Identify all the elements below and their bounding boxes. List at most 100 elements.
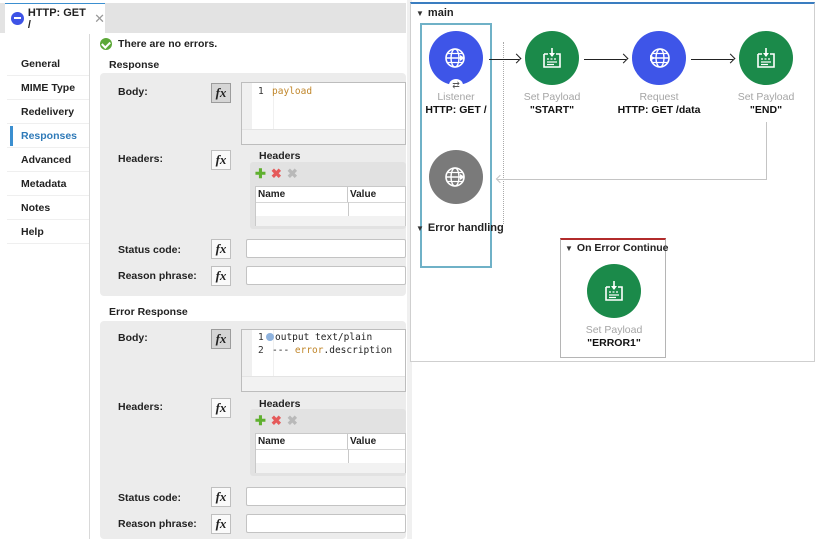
remove-header-icon[interactable]: ✖ — [271, 166, 282, 182]
response-reason-phrase-label: Reason phrase: — [118, 270, 197, 282]
node-name-label: "END" — [749, 104, 783, 116]
node-type-label: Set Payload — [737, 91, 795, 103]
error-reason-phrase-input[interactable] — [246, 514, 406, 533]
collapse-triangle-icon[interactable]: ▼ — [416, 9, 424, 18]
sidebar-item-responses[interactable]: Responses — [7, 124, 89, 148]
response-headers-panel: ✚ ✖ ✖ Name Value — [250, 162, 406, 229]
sidebar-item-general[interactable]: General — [7, 52, 89, 76]
error-reason-phrase-label: Reason phrase: — [118, 518, 197, 530]
response-reason-phrase-input[interactable] — [246, 266, 406, 285]
code-line: 1 output text/plain — [258, 332, 373, 343]
response-status-code-input[interactable] — [246, 239, 406, 258]
error-response-section: Body: fx 1 output text/plain 2 --- error.d… — [100, 321, 406, 539]
responses-content: There are no errors. Response Body: fx 1… — [91, 34, 406, 539]
node-type-label: Set Payload — [523, 91, 581, 103]
column-header-name: Name — [256, 187, 348, 202]
return-path-line — [497, 179, 767, 180]
node-name-label: HTTP: GET / — [425, 104, 487, 116]
globe-listener-icon: ⇄ — [429, 31, 483, 91]
editor-horizontal-scrollbar[interactable] — [242, 376, 405, 391]
sidebar-item-mime-type[interactable]: MIME Type — [7, 76, 89, 100]
collapse-triangle-icon[interactable]: ▼ — [565, 244, 573, 253]
flow-node-request[interactable]: Request HTTP: GET /data — [604, 31, 714, 116]
set-payload-icon — [587, 264, 641, 318]
remove-header-icon[interactable]: ✖ — [271, 413, 282, 429]
node-name-label: "ERROR1" — [587, 337, 641, 349]
error-status-code-input[interactable] — [246, 487, 406, 506]
error-status-code-label: Status code: — [118, 492, 182, 504]
sidebar-item-notes[interactable]: Notes — [7, 196, 89, 220]
editor-horizontal-scrollbar[interactable] — [242, 129, 405, 144]
flow-container: ▼ main ⇄ Listener HTTP: GET / Set Payload… — [410, 2, 815, 362]
sidebar-item-help[interactable]: Help — [7, 220, 89, 244]
node-name-label: "START" — [529, 104, 575, 116]
error-response-section-title: Error Response — [109, 306, 188, 318]
globe-response-icon — [429, 150, 483, 204]
column-header-value: Value — [350, 189, 377, 200]
code-line: 1 payload — [258, 86, 313, 97]
response-status-code-fx-button[interactable]: fx — [211, 239, 231, 259]
flow-node-set-payload-error[interactable]: Set Payload "ERROR1" — [559, 264, 669, 349]
flow-title[interactable]: ▼ main — [416, 7, 454, 19]
error-handling-title[interactable]: ▼ Error handling — [416, 222, 504, 234]
clear-headers-icon[interactable]: ✖ — [287, 413, 298, 429]
properties-editor: HTTP: GET / ✕ General MIME Type Redelive… — [0, 0, 406, 539]
node-type-label: Listener — [437, 91, 475, 103]
clear-headers-icon[interactable]: ✖ — [287, 166, 298, 182]
sidebar-item-redelivery[interactable]: Redelivery — [7, 100, 89, 124]
error-body-fx-button[interactable]: fx — [211, 329, 231, 349]
node-type-label: Request — [639, 91, 679, 103]
editor-tab-title: HTTP: GET / — [27, 6, 86, 31]
error-body-label: Body: — [118, 332, 148, 344]
properties-sidebar: General MIME Type Redelivery Responses A… — [7, 34, 90, 539]
flow-node-listener[interactable]: ⇄ Listener HTTP: GET / — [401, 31, 511, 116]
response-section: Body: fx 1 payload Headers: fx Headers ✚ … — [100, 73, 406, 296]
response-headers-table-title: Headers — [259, 150, 301, 162]
response-status-code-label: Status code: — [118, 244, 182, 256]
swap-icon: ⇄ — [449, 79, 463, 91]
flow-node-response[interactable] — [401, 150, 511, 204]
column-header-value: Value — [350, 436, 377, 447]
flow-canvas: ▼ main ⇄ Listener HTTP: GET / Set Payload… — [407, 0, 820, 539]
response-body-label: Body: — [118, 86, 148, 98]
globe-icon — [11, 12, 24, 25]
sidebar-item-advanced[interactable]: Advanced — [7, 148, 89, 172]
error-headers-label: Headers: — [118, 401, 163, 413]
return-path-line — [766, 122, 767, 179]
column-header-name: Name — [256, 434, 348, 449]
check-circle-icon — [100, 38, 112, 50]
response-section-title: Response — [109, 59, 160, 71]
error-headers-table[interactable]: Name Value — [255, 433, 406, 473]
flow-node-set-payload-start[interactable]: Set Payload "START" — [497, 31, 607, 116]
editor-tab[interactable]: HTTP: GET / ✕ — [5, 3, 105, 33]
node-type-label: Set Payload — [585, 324, 643, 336]
fold-icon[interactable] — [266, 333, 274, 341]
flow-node-set-payload-end[interactable]: Set Payload "END" — [711, 31, 820, 116]
set-payload-icon — [525, 31, 579, 85]
error-headers-panel: ✚ ✖ ✖ Name Value — [250, 409, 406, 476]
response-headers-label: Headers: — [118, 153, 163, 165]
response-reason-phrase-fx-button[interactable]: fx — [211, 266, 231, 286]
error-headers-fx-button[interactable]: fx — [211, 398, 231, 418]
node-name-label: HTTP: GET /data — [617, 104, 701, 116]
sidebar-item-metadata[interactable]: Metadata — [7, 172, 89, 196]
response-body-fx-button[interactable]: fx — [211, 83, 231, 103]
globe-request-icon — [632, 31, 686, 85]
code-line: 2 --- error.description — [258, 345, 393, 356]
add-header-icon[interactable]: ✚ — [255, 413, 266, 429]
editor-tab-bar: HTTP: GET / ✕ — [0, 3, 406, 33]
error-body-editor[interactable]: 1 output text/plain 2 --- error.descriptio… — [241, 329, 406, 392]
collapse-triangle-icon[interactable]: ▼ — [416, 224, 424, 233]
validation-message: There are no errors. — [118, 38, 218, 50]
response-headers-fx-button[interactable]: fx — [211, 150, 231, 170]
response-headers-table[interactable]: Name Value — [255, 186, 406, 226]
response-body-editor[interactable]: 1 payload — [241, 82, 406, 145]
on-error-continue-title[interactable]: ▼ On Error Continue — [565, 242, 669, 254]
on-error-continue-scope[interactable]: ▼ On Error Continue Set Payload "ERROR1" — [559, 238, 669, 358]
add-header-icon[interactable]: ✚ — [255, 166, 266, 182]
set-payload-icon — [739, 31, 793, 85]
error-status-code-fx-button[interactable]: fx — [211, 487, 231, 507]
error-reason-phrase-fx-button[interactable]: fx — [211, 514, 231, 534]
validation-status: There are no errors. — [100, 38, 217, 50]
close-icon[interactable]: ✕ — [94, 11, 105, 27]
